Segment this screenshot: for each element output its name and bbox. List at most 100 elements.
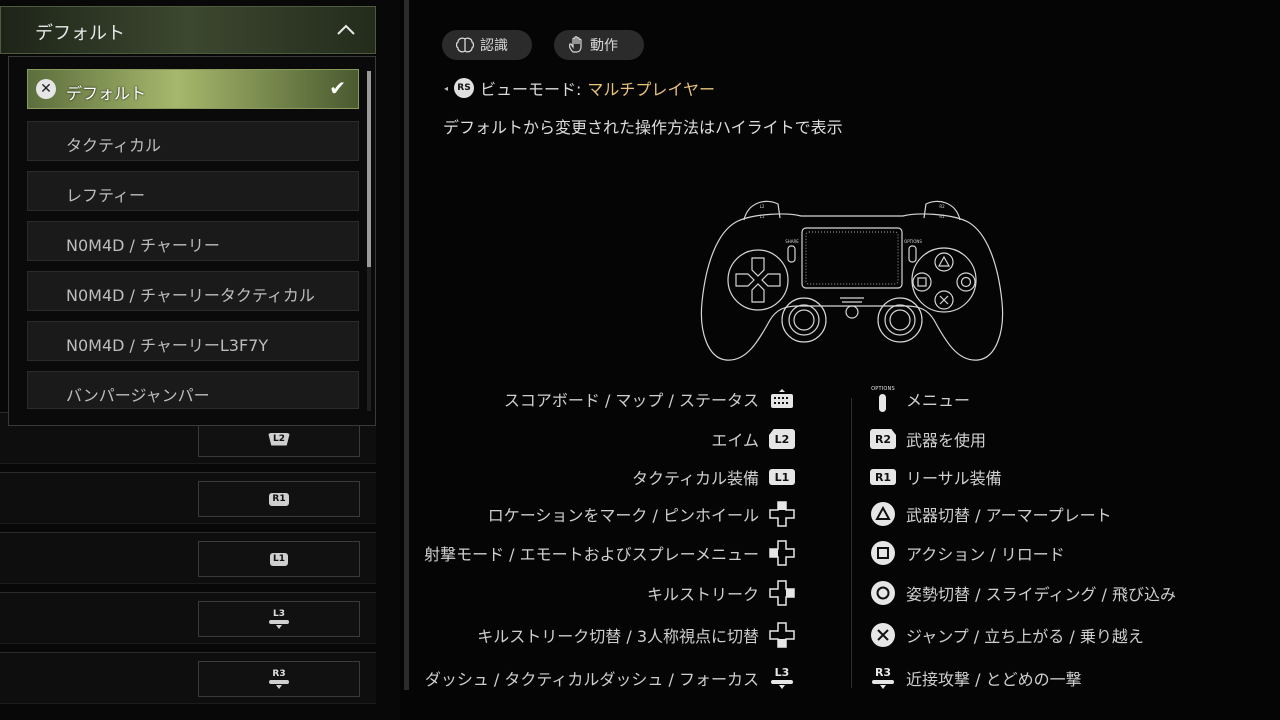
binding-action: スコアボード / マップ / ステータス (503, 391, 759, 410)
binding-action: ジャンプ / 立ち上がる / 乗り越え (906, 627, 1144, 646)
tab-perception[interactable]: 認識 (442, 30, 532, 60)
l3-label: L3 (273, 609, 285, 619)
square-button-icon (871, 541, 895, 565)
binding-menu: OPTIONS メニュー (868, 386, 971, 412)
binding-row[interactable]: L3 (0, 592, 376, 644)
tab-label: 認識 (480, 38, 508, 54)
option-label: バンパージャンパー (66, 386, 210, 405)
binding-row[interactable]: R3 (0, 652, 376, 704)
preset-option-nomad-charlie-lefty[interactable]: N0M4D / チャーリーL3F7Y (27, 321, 359, 361)
binding-action: キルストリーク切替 / 3人称視点に切替 (477, 627, 759, 646)
cross-button-icon: ✕ (36, 79, 56, 99)
l2-button-icon: L2 (268, 432, 290, 446)
r2-label: R2 (939, 204, 945, 209)
binding-reload: アクション / リロード (868, 541, 1065, 565)
binding-action: リーサル装備 (906, 469, 1002, 488)
binding-row[interactable]: R1 (0, 472, 376, 524)
binding-action: 武器を使用 (906, 431, 987, 450)
l3-label: L3 (774, 666, 790, 679)
binding-firemode: 射撃モード / エモートおよびスプレーメニュー (424, 540, 797, 566)
l1-button-icon: L1 (769, 469, 795, 485)
binding-action: メニュー (906, 391, 971, 410)
view-mode-toggle[interactable]: ◂ RS ビューモード: マルチプレイヤー (444, 76, 715, 100)
view-mode-label: ビューモード: (480, 80, 582, 99)
dropdown-scrollbar-thumb[interactable] (367, 71, 371, 267)
preset-option-default[interactable]: ✕ デフォルト ✔ (27, 69, 359, 109)
binding-aim: エイム L2 (711, 427, 797, 451)
r1-label: R1 (939, 214, 945, 219)
option-label: N0M4D / チャーリータクティカル (66, 286, 315, 305)
share-label: SHARE (785, 239, 799, 244)
binding-killstreak: キルストリーク (646, 580, 797, 606)
binding-action: 射撃モード / エモートおよびスプレーメニュー (424, 545, 759, 564)
option-label: N0M4D / チャーリーL3F7Y (66, 336, 269, 355)
binding-action: 姿勢切替 / スライディング / 飛び込み (906, 585, 1177, 604)
r3-label: R3 (272, 669, 286, 679)
dpad-left-icon (767, 540, 797, 566)
rs-button-icon: RS (454, 78, 475, 98)
brain-icon (456, 37, 474, 53)
highlight-hint: デフォルトから変更された操作方法はハイライトで表示 (443, 118, 843, 137)
preset-option-lefty[interactable]: レフティー (27, 171, 359, 211)
cross-button-icon (871, 623, 895, 647)
r2-button-icon: R2 (870, 429, 896, 449)
binding-sprint: ダッシュ / タクティカルダッシュ / フォーカス L3 (425, 666, 797, 690)
binding-action: ロケーションをマーク / ピンホイール (487, 506, 759, 525)
triangle-button-icon (871, 502, 895, 526)
binding-action: アクション / リロード (906, 545, 1065, 564)
binding-action: キルストリーク (646, 585, 759, 604)
option-label: デフォルト (66, 84, 147, 103)
binding-stance: 姿勢切替 / スライディング / 飛び込み (868, 581, 1176, 605)
binding-tactical: タクティカル装備 L1 (632, 465, 797, 489)
option-label: レフティー (66, 186, 146, 205)
tab-movement[interactable]: 動作 (554, 30, 644, 60)
preset-option-tactical[interactable]: タクティカル (27, 121, 359, 161)
l3-stick-icon: L3 (269, 609, 289, 629)
binding-melee: R3 近接攻撃 / とどめの一撃 (868, 666, 1082, 690)
preset-dropdown[interactable]: デフォルト (0, 6, 376, 54)
controller-diagram: SHARE OPTIONS L2 R2 L1 R1 (700, 200, 1004, 361)
preset-option-nomad-charlie[interactable]: N0M4D / チャーリー (27, 221, 359, 261)
l2-label: L2 (760, 204, 765, 209)
touchpad-icon (767, 386, 797, 412)
options-button-icon: OPTIONS (871, 386, 895, 412)
r3-label: R3 (874, 666, 892, 679)
r3-stick-icon: R3 (269, 669, 289, 689)
binding-action: 武器切替 / アーマープレート (906, 506, 1112, 525)
options-label: OPTIONS (871, 386, 895, 392)
binding-killstreak-switch: キルストリーク切替 / 3人称視点に切替 (477, 622, 797, 648)
binding-slot[interactable]: R1 (198, 481, 360, 517)
binding-weapon-swap: 武器切替 / アーマープレート (868, 502, 1112, 526)
l1-label: L1 (760, 214, 765, 219)
l3-stick-icon: L3 (771, 667, 793, 689)
option-label: タクティカル (66, 136, 162, 155)
preset-option-nomad-charlie-tactical[interactable]: N0M4D / チャーリータクティカル (27, 271, 359, 311)
chevron-up-icon (337, 24, 355, 35)
preset-dropdown-menu: ✕ デフォルト ✔ タクティカル レフティー N0M4D / チャーリー N0M… (8, 56, 376, 426)
left-scrollbar[interactable] (404, 0, 409, 690)
binding-action: タクティカル装備 (631, 469, 759, 488)
binding-row[interactable]: L1 (0, 532, 376, 584)
hand-icon (569, 36, 582, 53)
dpad-right-icon (767, 580, 797, 606)
options-label: OPTIONS (904, 239, 922, 244)
checkmark-icon: ✔ (329, 76, 346, 100)
preset-option-bumper-jumper[interactable]: バンパージャンパー (27, 371, 359, 409)
r1-button-icon: R1 (870, 469, 896, 485)
l1-button-icon: L1 (270, 552, 288, 566)
preset-dropdown-value: デフォルト (35, 23, 125, 44)
dpad-up-icon (767, 501, 797, 527)
dpad-down-icon (767, 622, 797, 648)
view-mode-value: マルチプレイヤー (587, 80, 715, 99)
binding-slot[interactable]: L2 (198, 421, 360, 457)
binding-slot[interactable]: L3 (198, 601, 360, 637)
binding-slot[interactable]: R3 (198, 661, 360, 697)
tab-label: 動作 (590, 38, 618, 54)
binding-slot[interactable]: L1 (198, 541, 360, 577)
binding-lethal: R1 リーサル装備 (868, 465, 1002, 489)
binding-action: エイム (711, 431, 759, 450)
dropdown-scrollbar[interactable] (367, 71, 371, 411)
binding-action: ダッシュ / タクティカルダッシュ / フォーカス (424, 670, 759, 689)
binding-fire: R2 武器を使用 (868, 427, 986, 451)
arrows-left-right-icon: ◂ (444, 83, 449, 93)
